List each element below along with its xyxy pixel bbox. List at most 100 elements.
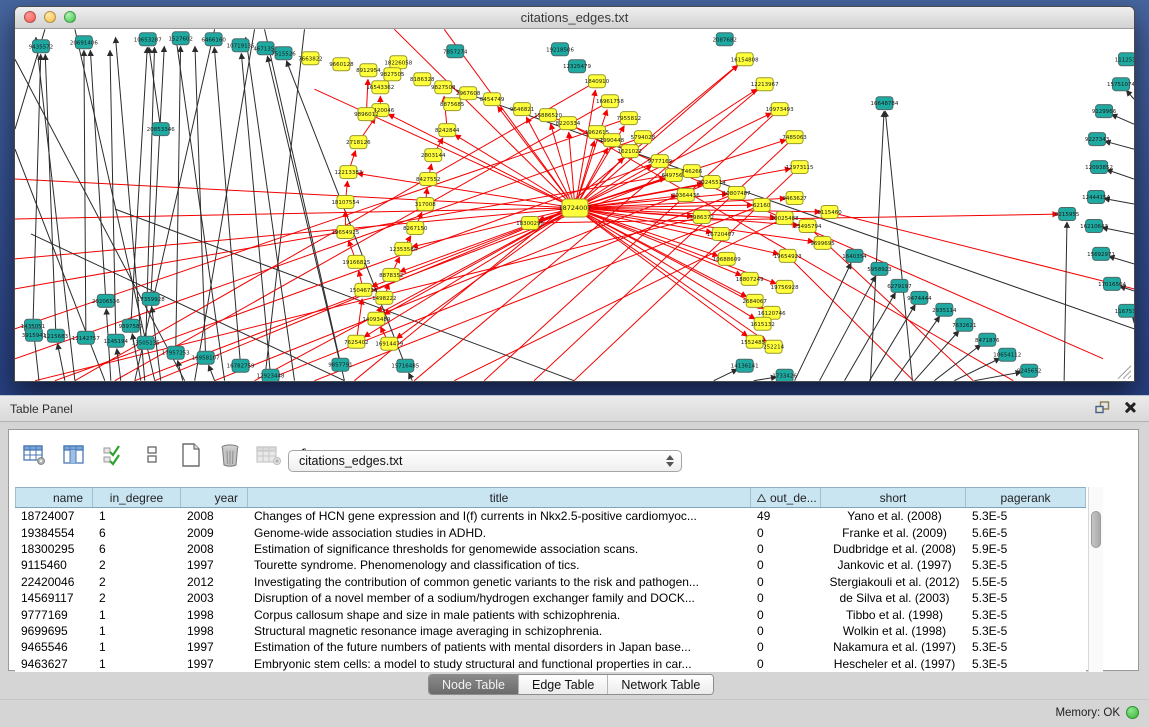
- graph-node-8878352[interactable]: 8878352: [379, 268, 403, 281]
- graph-node-1167533[interactable]: 1167533: [1115, 304, 1134, 317]
- black-edge[interactable]: [267, 56, 340, 365]
- table-cell[interactable]: 14569117: [15, 591, 93, 605]
- table-cell[interactable]: 0: [751, 624, 821, 638]
- black-edge[interactable]: [149, 47, 161, 129]
- graph-node-7632621[interactable]: 7632621: [952, 318, 976, 331]
- table-cell[interactable]: Estimation of the future numbers of pati…: [248, 640, 751, 654]
- black-edge[interactable]: [845, 293, 896, 381]
- black-edge[interactable]: [1064, 222, 1067, 381]
- table-cell[interactable]: 0: [751, 657, 821, 671]
- graph-node-12093852[interactable]: 12093852: [1085, 161, 1113, 174]
- black-edge[interactable]: [1111, 114, 1134, 124]
- red-edge[interactable]: [215, 182, 712, 381]
- graph-node-9827508[interactable]: 9827508: [431, 81, 456, 94]
- black-edge[interactable]: [265, 29, 305, 380]
- table-cell[interactable]: Investigating the contribution of common…: [248, 575, 751, 589]
- graph-node-8186328[interactable]: 8186328: [410, 73, 435, 86]
- table-cell[interactable]: 5.3E-5: [966, 591, 1086, 605]
- graph-node-9857791[interactable]: 9857791: [328, 358, 352, 371]
- table-cell[interactable]: Hescheler et al. (1997): [821, 657, 966, 671]
- black-edge[interactable]: [820, 276, 876, 381]
- table-row[interactable]: 1830029562008Estimation of significance …: [15, 541, 1086, 557]
- table-cell[interactable]: 0: [751, 640, 821, 654]
- graph-node-17016504[interactable]: 17016504: [1098, 277, 1126, 290]
- black-edge[interactable]: [894, 316, 939, 380]
- table-cell[interactable]: 2: [93, 591, 181, 605]
- graph-node-1733426[interactable]: 1733426: [772, 369, 797, 381]
- graph-node-16648784[interactable]: 16648784: [870, 97, 898, 110]
- table-row[interactable]: 911546021997Tourette syndrome. Phenomeno…: [15, 557, 1086, 573]
- red-edge[interactable]: [526, 117, 575, 208]
- graph-node-12325479[interactable]: 12325479: [563, 60, 591, 73]
- column-header-title[interactable]: title: [248, 488, 751, 507]
- table-cell[interactable]: Genome-wide association studies in ADHD.: [248, 526, 751, 540]
- select-all-button[interactable]: [100, 442, 126, 468]
- graph-node-12142757[interactable]: 12142757: [72, 331, 100, 344]
- graph-node-8427552[interactable]: 8427552: [416, 173, 440, 186]
- table-cell[interactable]: de Silva et al. (2003): [821, 591, 966, 605]
- graph-node-16958107[interactable]: 16958107: [192, 351, 220, 364]
- table-cell[interactable]: 1998: [181, 608, 248, 622]
- graph-node-9896012[interactable]: 9896012: [354, 108, 378, 121]
- graph-node-1621022[interactable]: 1621022: [618, 145, 642, 158]
- table-cell[interactable]: 9115460: [15, 558, 93, 572]
- table-cell[interactable]: 49: [751, 509, 821, 523]
- close-panel-icon[interactable]: [1124, 402, 1135, 413]
- table-cell[interactable]: 9699695: [15, 624, 93, 638]
- black-edge[interactable]: [885, 111, 912, 381]
- table-row[interactable]: 977716911998Corpus callosum shape and si…: [15, 606, 1086, 622]
- table-cell[interactable]: Disruption of a novel member of a sodium…: [248, 591, 751, 605]
- graph-node-9129966[interactable]: 9129966: [1092, 105, 1117, 118]
- table-cell[interactable]: 2008: [181, 509, 248, 523]
- table-cell[interactable]: 1: [93, 608, 181, 622]
- table-cell[interactable]: 0: [751, 608, 821, 622]
- graph-node-30245514[interactable]: 30245514: [698, 176, 726, 189]
- table-cell[interactable]: Yano et al. (2008): [821, 509, 966, 523]
- graph-node-20206536[interactable]: 20206536: [92, 294, 120, 307]
- table-row[interactable]: 969969511998Structural magnetic resonanc…: [15, 623, 1086, 639]
- graph-node-2087682[interactable]: 2087682: [713, 33, 737, 46]
- table-cell[interactable]: 1: [93, 657, 181, 671]
- table-cell[interactable]: Tourette syndrome. Phenomenology and cla…: [248, 558, 751, 572]
- graph-node-9646821[interactable]: 9646821: [510, 103, 534, 116]
- table-cell[interactable]: 2: [93, 575, 181, 589]
- table-cell[interactable]: 1998: [181, 624, 248, 638]
- graph-node-1527602[interactable]: 1527602: [168, 32, 192, 45]
- table-options-button[interactable]: [22, 442, 48, 468]
- table-cell[interactable]: 2008: [181, 542, 248, 556]
- graph-node-8454749[interactable]: 8454749: [480, 93, 505, 106]
- black-edge[interactable]: [135, 29, 215, 380]
- table-cell[interactable]: 5.6E-5: [966, 526, 1086, 540]
- table-cell[interactable]: 1: [93, 509, 181, 523]
- table-row[interactable]: 2242004622012Investigating the contribut…: [15, 574, 1086, 590]
- graph-node-19654925[interactable]: 19654925: [331, 225, 359, 238]
- graph-node-7955812[interactable]: 7955812: [617, 112, 641, 125]
- graph-node-9827505[interactable]: 9827505: [380, 68, 405, 81]
- row-height-button[interactable]: [139, 442, 165, 468]
- table-cell[interactable]: Embryonic stem cells: a model to study s…: [248, 657, 751, 671]
- column-header-indegree[interactable]: in_degree: [93, 488, 181, 507]
- table-row[interactable]: 946554611997Estimation of the future num…: [15, 639, 1086, 655]
- scrollbar-thumb[interactable]: [1091, 511, 1101, 548]
- graph-node-7485063[interactable]: 7485063: [782, 131, 807, 144]
- table-cell[interactable]: 5.3E-5: [966, 657, 1086, 671]
- graph-node-18807249[interactable]: 18807249: [736, 272, 764, 285]
- table-cell[interactable]: 6: [93, 526, 181, 540]
- table-cell[interactable]: 5.3E-5: [966, 624, 1086, 638]
- graph-node-9474444[interactable]: 9474444: [907, 291, 932, 304]
- graph-node-746266[interactable]: 746266: [681, 165, 702, 178]
- graph-node-10688609[interactable]: 10688609: [713, 252, 741, 265]
- graph-node-3915941[interactable]: 3915941: [22, 328, 46, 341]
- graph-node-16961758[interactable]: 16961758: [596, 95, 624, 108]
- table-body[interactable]: 1872400712008Changes of HCN gene express…: [15, 508, 1086, 672]
- graph-node-7663822[interactable]: 7663822: [298, 52, 322, 65]
- black-edge[interactable]: [1126, 90, 1134, 99]
- black-edge[interactable]: [209, 365, 215, 381]
- table-cell[interactable]: Jankovic et al. (1997): [821, 558, 966, 572]
- table-row[interactable]: 1456911722003Disruption of a novel membe…: [15, 590, 1086, 606]
- table-cell[interactable]: Franke et al. (2009): [821, 526, 966, 540]
- graph-node-12973115[interactable]: 12973115: [786, 161, 814, 174]
- red-edge[interactable]: [575, 208, 766, 342]
- table-vertical-scrollbar[interactable]: [1088, 487, 1103, 672]
- graph-node-2718126[interactable]: 2718126: [346, 136, 371, 149]
